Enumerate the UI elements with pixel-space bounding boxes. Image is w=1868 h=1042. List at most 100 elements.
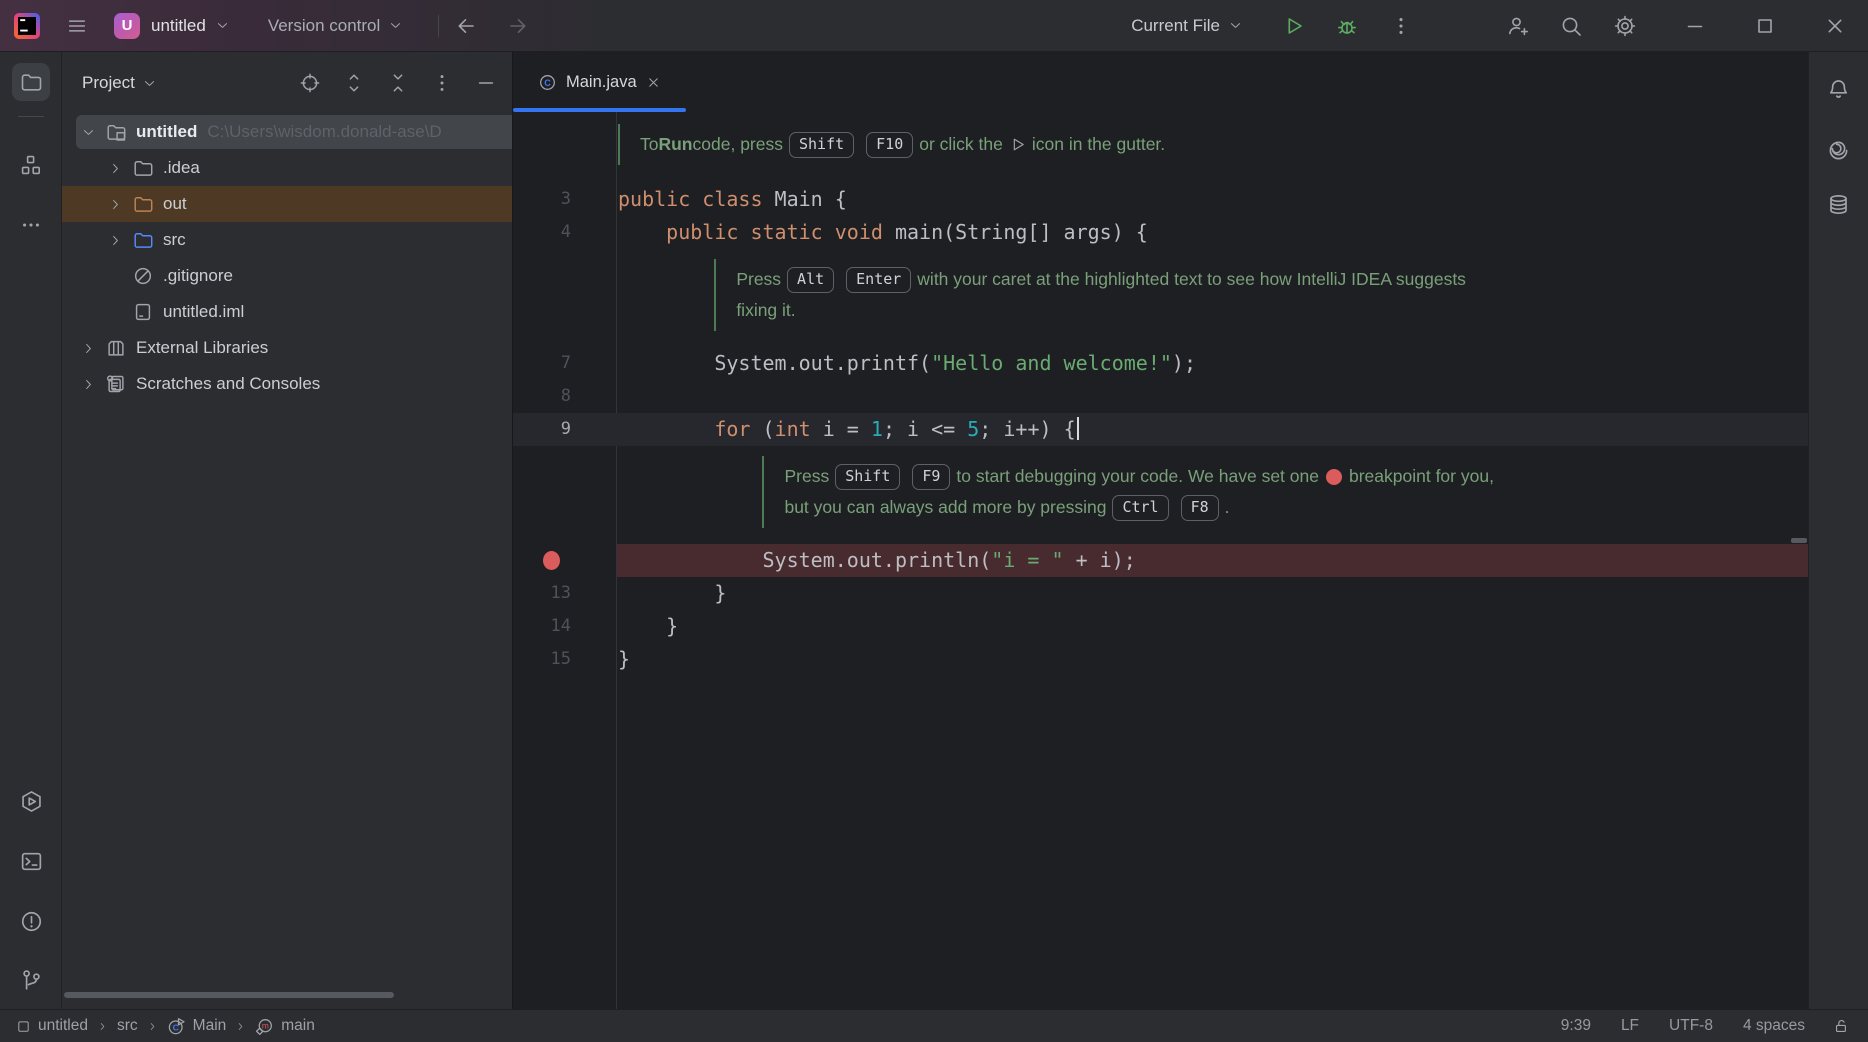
- expand-all-icon[interactable]: [342, 71, 366, 95]
- locate-icon[interactable]: [298, 71, 322, 95]
- code-line-3[interactable]: 3public class Main {: [513, 183, 1808, 216]
- chevron-spacer: [107, 304, 123, 320]
- close-icon[interactable]: [646, 75, 661, 90]
- more-icon[interactable]: [1386, 11, 1416, 41]
- breadcrumb-item-main[interactable]: mmain: [255, 1017, 315, 1036]
- chevron-down-icon[interactable]: [142, 76, 157, 91]
- breadcrumb-item-main[interactable]: CMain: [167, 1017, 227, 1036]
- terminal-tool-icon[interactable]: [12, 842, 50, 880]
- panel-horizontal-scrollbar[interactable]: [64, 992, 394, 998]
- chevron-down-icon[interactable]: [208, 11, 238, 41]
- code-line-4[interactable]: 4 public static void main(String[] args)…: [513, 216, 1808, 249]
- tab-label: Main.java: [566, 73, 637, 92]
- project-name[interactable]: untitled: [151, 16, 206, 36]
- code-line-breakpoint[interactable]: System.out.println("i = " + i);: [513, 544, 1808, 577]
- project-panel: Project untitled C:\Users\wisdom.donald-a…: [62, 52, 513, 1009]
- tree-item--idea[interactable]: .idea: [62, 150, 512, 186]
- class-run-icon: C: [167, 1017, 186, 1036]
- keycap: F9: [912, 464, 950, 490]
- vcs-tool-icon[interactable]: [12, 961, 50, 999]
- chevron-right-icon[interactable]: [107, 160, 123, 176]
- tree-item-external-libraries[interactable]: External Libraries: [62, 330, 512, 366]
- code-line-13[interactable]: 13 }: [513, 577, 1808, 610]
- editor-area: C Main.java To Run code, press ShiftF10 …: [513, 52, 1808, 1009]
- tree-item-scratches-and-consoles[interactable]: Scratches and Consoles: [62, 366, 512, 402]
- settings-icon[interactable]: [1610, 11, 1640, 41]
- status-item[interactable]: 4 spaces: [1743, 1017, 1805, 1035]
- run-tool-icon[interactable]: [12, 782, 50, 820]
- editor-scrollbar-thumb[interactable]: [1791, 538, 1807, 543]
- options-icon[interactable]: [430, 71, 454, 95]
- status-item[interactable]: 9:39: [1561, 1017, 1591, 1035]
- stripe-divider: [18, 116, 44, 117]
- breadcrumb: untitled src CMain mmain: [16, 1017, 315, 1036]
- project-badge[interactable]: U: [114, 13, 140, 39]
- back-icon[interactable]: [451, 11, 481, 41]
- notifications-icon[interactable]: [1819, 70, 1857, 108]
- code-line-7[interactable]: 7 System.out.printf("Hello and welcome!"…: [513, 347, 1808, 380]
- titlebar-separator: [438, 15, 439, 37]
- database-icon[interactable]: [1819, 185, 1857, 223]
- tree-item-out[interactable]: out: [62, 186, 512, 222]
- tab-main-java[interactable]: C Main.java: [513, 52, 686, 112]
- tree-item-path: C:\Users\wisdom.donald-ase\D: [207, 122, 441, 142]
- collapse-all-icon[interactable]: [386, 71, 410, 95]
- tree-item-src[interactable]: src: [62, 222, 512, 258]
- project-panel-title[interactable]: Project: [82, 73, 135, 93]
- status-widgets: 9:39 LF UTF-8 4 spaces: [1561, 1017, 1805, 1035]
- chevron-right-icon[interactable]: [80, 376, 96, 392]
- module-icon: [16, 1019, 31, 1034]
- chevron-right-icon[interactable]: [107, 196, 123, 212]
- tree-item-untitled[interactable]: untitled C:\Users\wisdom.donald-ase\D: [62, 114, 512, 150]
- code-line-15[interactable]: 15}: [513, 643, 1808, 676]
- tree-item--gitignore[interactable]: .gitignore: [62, 258, 512, 294]
- left-tool-stripe: [0, 52, 62, 1009]
- project-tool-icon[interactable]: [12, 63, 50, 101]
- code-line-9[interactable]: 9 for (int i = 1; i <= 5; i++) {: [513, 413, 1808, 446]
- chevron-right-icon[interactable]: [80, 340, 96, 356]
- add-user-icon[interactable]: [1502, 11, 1532, 41]
- code-text: for (int i = 1; i <= 5; i++) {: [618, 413, 1079, 446]
- app-logo-icon[interactable]: [12, 11, 42, 41]
- code-line-14[interactable]: 14 }: [513, 610, 1808, 643]
- debug-icon[interactable]: [1332, 11, 1362, 41]
- chevron-down-icon[interactable]: [80, 124, 96, 140]
- tree-item-label: untitled: [136, 122, 197, 142]
- status-bar: untitled src CMain mmain 9:39 LF UTF-8 4 space…: [0, 1009, 1868, 1042]
- problems-tool-icon[interactable]: [12, 902, 50, 940]
- forward-icon[interactable]: [503, 11, 533, 41]
- search-icon[interactable]: [1556, 11, 1586, 41]
- run-icon[interactable]: [1278, 11, 1308, 41]
- structure-tool-icon[interactable]: [12, 146, 50, 184]
- code-text: System.out.println("i = " + i);: [618, 544, 1136, 577]
- tree-item-label: src: [163, 230, 186, 250]
- editor-content[interactable]: To Run code, press ShiftF10 or click the…: [513, 112, 1808, 1009]
- code-line-8[interactable]: 8: [513, 380, 1808, 413]
- unlocked-icon[interactable]: [1833, 1018, 1850, 1035]
- maximize-icon[interactable]: [1750, 11, 1780, 41]
- scratches-icon: [105, 373, 127, 395]
- tree-item-label: Scratches and Consoles: [136, 374, 320, 394]
- minimize-icon[interactable]: [1680, 11, 1710, 41]
- status-item[interactable]: LF: [1621, 1017, 1639, 1035]
- breakpoint-dot[interactable]: [543, 551, 560, 570]
- keycap: Ctrl: [1112, 495, 1168, 521]
- keycap: Alt: [787, 267, 834, 293]
- ignored-file-icon: [132, 265, 154, 287]
- tree-item-untitled-iml[interactable]: untitled.iml: [62, 294, 512, 330]
- status-item[interactable]: UTF-8: [1669, 1017, 1713, 1035]
- breadcrumb-item-untitled[interactable]: untitled: [16, 1017, 88, 1035]
- version-control-menu[interactable]: Version control: [268, 11, 410, 41]
- breakpoint-dot-icon: [1326, 469, 1342, 485]
- intellij-window: U untitled Version control Current File …: [0, 0, 1868, 1042]
- folder-excluded-icon: [132, 193, 154, 215]
- ai-assistant-icon[interactable]: [1819, 131, 1857, 169]
- chevron-right-icon[interactable]: [107, 232, 123, 248]
- close-icon[interactable]: [1820, 11, 1850, 41]
- tree-item-label: External Libraries: [136, 338, 268, 358]
- main-menu-icon[interactable]: [62, 11, 92, 41]
- more-tools-icon[interactable]: [12, 206, 50, 244]
- run-configuration-selector[interactable]: Current File: [1131, 11, 1250, 41]
- hide-icon[interactable]: [474, 71, 498, 95]
- breadcrumb-item-src[interactable]: src: [117, 1017, 138, 1035]
